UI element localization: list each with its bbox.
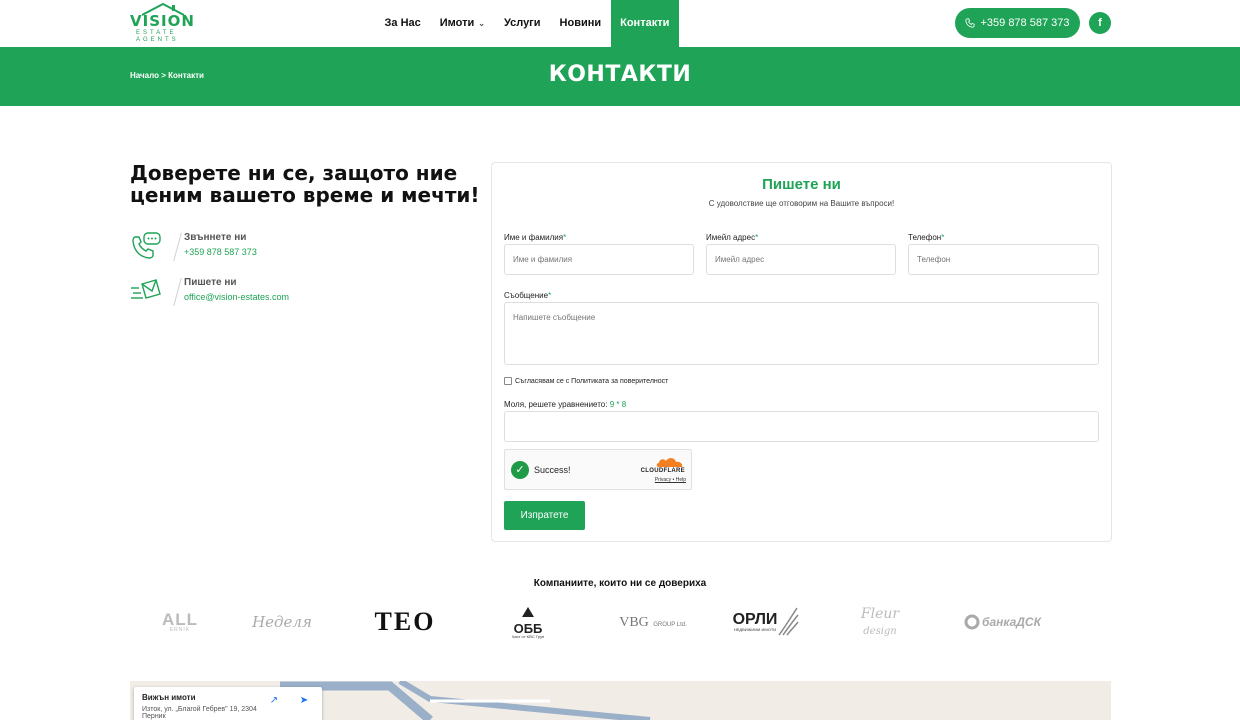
dsk-swirl-icon — [964, 614, 980, 630]
contact-form: Пишете ни С удоволствие ще отговорим на … — [491, 162, 1112, 542]
consent-label[interactable]: Съгласявам се с Политиката за поверителн… — [515, 378, 668, 385]
logo-subtitle: AGENTS — [136, 37, 179, 43]
equation-answer-input[interactable] — [504, 411, 1099, 442]
partner-logo: банкаДСК — [955, 602, 1050, 642]
chevron-down-icon: ⌄ — [478, 19, 485, 28]
facebook-icon[interactable]: f — [1089, 12, 1111, 34]
partner-logo: TEO — [374, 607, 436, 636]
partner-logo: VBG GROUP Ltd. — [619, 615, 687, 630]
nav-contacts[interactable]: Контакти — [610, 0, 679, 47]
partners-title: Компаниите, които ни се довериха — [533, 578, 707, 589]
message-textarea[interactable] — [504, 302, 1099, 365]
nav-properties[interactable]: Имоти ⌄ — [430, 0, 494, 47]
nav-about[interactable]: За Нас — [375, 0, 430, 47]
mail-label: Пишете ни — [184, 277, 237, 288]
name-input[interactable] — [504, 244, 694, 275]
envelope-send-icon — [131, 279, 161, 299]
captcha-status: Success! — [534, 465, 571, 475]
equation-value: 9 * 8 — [609, 400, 627, 409]
checkmark-icon: ✓ — [511, 461, 529, 479]
map-address: Изток, ул. „Благой Гебрев" 19, 2304 Перн… — [142, 706, 257, 720]
page-banner: Начало > Контакти КОНТАКТИ — [0, 47, 1240, 106]
consent-checkbox[interactable] — [504, 377, 512, 385]
partner-logo: ALL ERNIK — [161, 610, 199, 633]
email-input[interactable] — [706, 244, 896, 275]
intro-headline: Доверете ни се, защото ние ценим вашето … — [130, 161, 480, 207]
partner-logo: Fleur design — [860, 606, 900, 637]
cloudflare-cloud-icon — [656, 458, 683, 467]
directions-icon[interactable]: ➤ — [296, 695, 312, 711]
consent-row[interactable]: Съгласявам се с Политиката за поверителн… — [504, 377, 668, 385]
obb-emblem-icon — [521, 606, 534, 617]
call-label: Звъннете ни — [184, 232, 247, 243]
wing-icon — [778, 607, 800, 636]
main-nav: За Нас Имоти ⌄ Услуги Новини Контакти — [375, 0, 679, 47]
submit-button[interactable]: Изпратете — [504, 501, 585, 530]
logo[interactable]: VISION ESTATE AGENTS — [130, 2, 196, 44]
phone-icon — [965, 18, 976, 28]
equation-label: Моля, решете уравнението: 9 * 8 — [504, 400, 627, 409]
email-label: Имейл адрес* — [706, 233, 759, 242]
mail-email-link[interactable]: office@vision-estates.com — [184, 292, 289, 302]
page-title: КОНТАКТИ — [548, 62, 692, 87]
form-subtitle: С удоволствие ще отговорим на Вашите въп… — [708, 199, 895, 208]
map-place-title: Вижън имоти — [142, 693, 196, 702]
phone-input[interactable] — [908, 244, 1099, 275]
nav-news[interactable]: Новини — [550, 0, 611, 47]
open-external-icon[interactable]: ↗ — [266, 695, 282, 711]
captcha-widget[interactable]: ✓ Success! CLOUDFLARE Privacy • Help — [504, 449, 692, 490]
logo-word: VISION — [130, 12, 195, 30]
partner-logo: ОББ Част от KBC Груп — [500, 602, 556, 642]
divider — [173, 233, 182, 261]
partner-logo: Неделя — [252, 613, 312, 631]
map-info-card: Вижън имоти Изток, ул. „Благой Гебрев" 1… — [134, 687, 322, 720]
logo-subtitle: ESTATE — [136, 30, 177, 36]
site-header: VISION ESTATE AGENTS За Нас Имоти ⌄ Услуг… — [0, 0, 1240, 47]
partner-logo: ОРЛИ НЕДВИЖИМИ ИМОТИ — [726, 602, 806, 642]
call-phone-link[interactable]: +359 878 587 373 — [184, 247, 257, 257]
captcha-links[interactable]: Privacy • Help — [655, 477, 686, 483]
contact-call[interactable]: Звъннете ни +359 878 587 373 — [130, 231, 430, 271]
phone-label: Телефон* — [908, 233, 945, 242]
phone-chat-icon — [132, 232, 161, 259]
name-label: Име и фамилия* — [504, 233, 567, 242]
nav-services[interactable]: Услуги — [494, 0, 550, 47]
map-embed[interactable]: Вижън имоти Изток, ул. „Благой Гебрев" 1… — [130, 681, 1111, 720]
divider — [173, 278, 182, 306]
form-title: Пишете ни — [762, 176, 841, 193]
captcha-brand: CLOUDFLARE — [640, 468, 685, 474]
header-phone-button[interactable]: +359 878 587 373 — [955, 8, 1080, 38]
contact-mail[interactable]: Пишете ни office@vision-estates.com — [130, 276, 430, 316]
message-label: Съобщение* — [504, 291, 552, 300]
